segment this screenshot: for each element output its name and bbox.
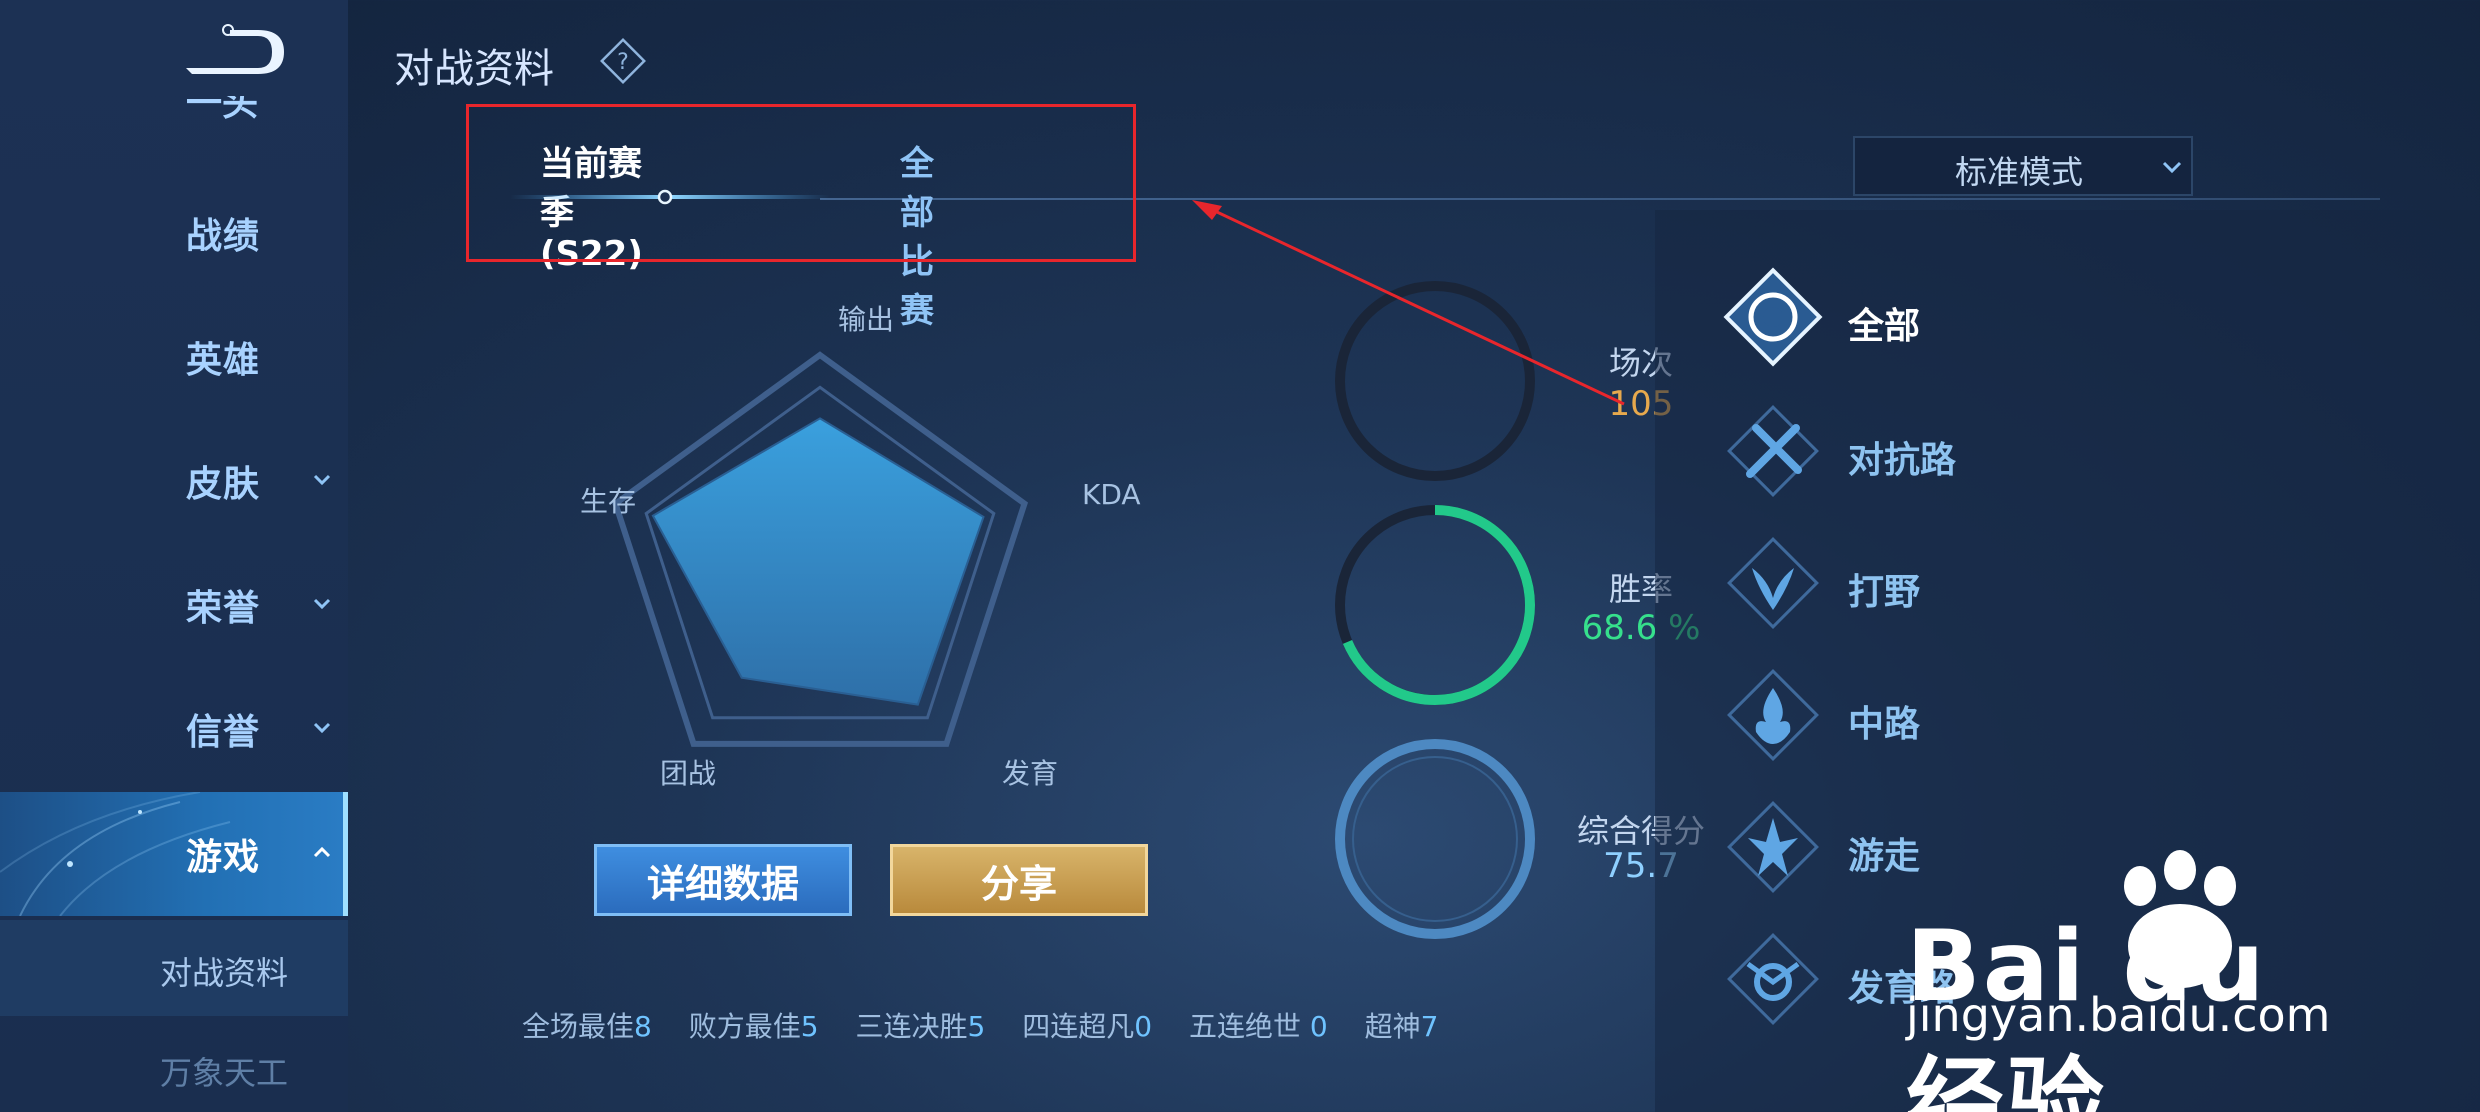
- sidebar-subitem-label: 对战资料: [160, 954, 289, 992]
- chevron-down-icon: [2162, 161, 2182, 174]
- sidebar-item-heroes[interactable]: 英雄: [0, 312, 348, 402]
- sidebar-subitem-battle-data[interactable]: 对战资料: [0, 920, 348, 1016]
- role-mid-lane[interactable]: 中路: [1718, 660, 2218, 770]
- sidebar-subitem-wanxiang[interactable]: 万象天工: [0, 1020, 348, 1112]
- role-label: 中路: [1848, 704, 1921, 745]
- stat-triple-kill: 三连决胜5: [855, 1010, 986, 1043]
- radar-label-growth: 发育: [1002, 757, 1059, 790]
- mid-lane-icon: [1727, 669, 1819, 761]
- all-roles-icon: [1723, 267, 1823, 367]
- chevron-down-icon: [313, 722, 331, 734]
- sidebar-item-label: 皮肤: [186, 464, 261, 505]
- games-count-circle: 场次 105: [1332, 278, 1673, 484]
- help-icon[interactable]: ?: [598, 36, 648, 86]
- achievement-stats: 全场最佳8 败方最佳5 三连决胜5 四连超凡0 五连绝世 0 超神7: [522, 1005, 1466, 1045]
- sidebar-item-skins[interactable]: 皮肤: [0, 436, 348, 526]
- swirl-decoration: [0, 792, 231, 916]
- watermark-url: jingyan.baidu.com: [1906, 988, 2331, 1042]
- stat-mvp: 全场最佳8: [522, 1010, 652, 1043]
- radar-label-teamfight: 团战: [660, 757, 717, 790]
- sidebar-item-label: 信誉: [186, 712, 261, 753]
- role-all[interactable]: 全部: [1718, 262, 2218, 372]
- sidebar-item-credit[interactable]: 信誉: [0, 684, 348, 774]
- mode-select[interactable]: 标准模式: [1853, 136, 2193, 196]
- radar-label-survival: 生存: [580, 485, 637, 518]
- page-title: 对战资料: [394, 46, 554, 92]
- sidebar-item-honor[interactable]: 荣誉: [0, 560, 348, 650]
- sidebar-item-records[interactable]: 战绩: [0, 188, 348, 278]
- back-button[interactable]: [180, 24, 292, 84]
- chevron-up-icon: [313, 846, 331, 858]
- baidu-watermark: Bai du 经验 jingyan.baidu.com: [1890, 850, 2370, 1112]
- role-clash-lane[interactable]: 对抗路: [1718, 396, 2218, 506]
- radar-value-shape: [651, 417, 985, 706]
- sidebar-item-partial: 一头: [186, 96, 259, 124]
- share-button[interactable]: 分享: [890, 844, 1148, 916]
- farm-lane-icon: [1727, 933, 1819, 1025]
- annotation-highlight-box: [466, 104, 1136, 262]
- clash-lane-icon: [1727, 405, 1819, 497]
- stat-penta-kill: 五连绝世 0: [1189, 1010, 1328, 1043]
- chevron-down-icon: [313, 474, 331, 486]
- mode-select-value: 标准模式: [1955, 153, 2084, 191]
- score-circle: 综合得分 75.7: [1332, 736, 1705, 942]
- roam-icon: [1727, 801, 1819, 893]
- chevron-down-icon: [313, 598, 331, 610]
- sidebar-subitem-label: 万象天工: [160, 1054, 289, 1092]
- role-jungle[interactable]: 打野: [1718, 528, 2218, 638]
- stat-legendary: 超神7: [1364, 1010, 1439, 1043]
- svg-text:?: ?: [617, 50, 629, 75]
- role-label: 打野: [1848, 572, 1921, 613]
- sidebar: 一头 战绩 英雄 皮肤 荣誉 信誉 游戏 对战资料 万象天工: [0, 0, 348, 1112]
- win-rate-circle: 胜率 68.6 %: [1332, 502, 1700, 708]
- sidebar-item-label: 战绩: [186, 216, 261, 257]
- stat-losing-mvp: 败方最佳5: [688, 1010, 819, 1043]
- jungle-icon: [1727, 537, 1819, 629]
- sidebar-item-label: 荣誉: [186, 588, 261, 629]
- sidebar-item-label: 游戏: [186, 837, 261, 878]
- stat-quadra-kill: 四连超凡0: [1022, 1010, 1153, 1043]
- sidebar-item-game[interactable]: 游戏: [0, 792, 348, 916]
- back-arrow-icon: [186, 24, 284, 74]
- role-label: 全部: [1848, 306, 1921, 347]
- games-ring: [1335, 281, 1535, 481]
- radar-label-output: 输出: [838, 303, 895, 336]
- win-rate-ring: [1335, 505, 1535, 705]
- detail-data-button[interactable]: 详细数据: [594, 844, 852, 916]
- role-label: 对抗路: [1848, 440, 1957, 481]
- score-ring: [1335, 739, 1535, 939]
- sidebar-item-label: 英雄: [186, 340, 261, 381]
- radar-chart: [611, 351, 1029, 747]
- radar-label-kda: KDA: [1082, 478, 1141, 511]
